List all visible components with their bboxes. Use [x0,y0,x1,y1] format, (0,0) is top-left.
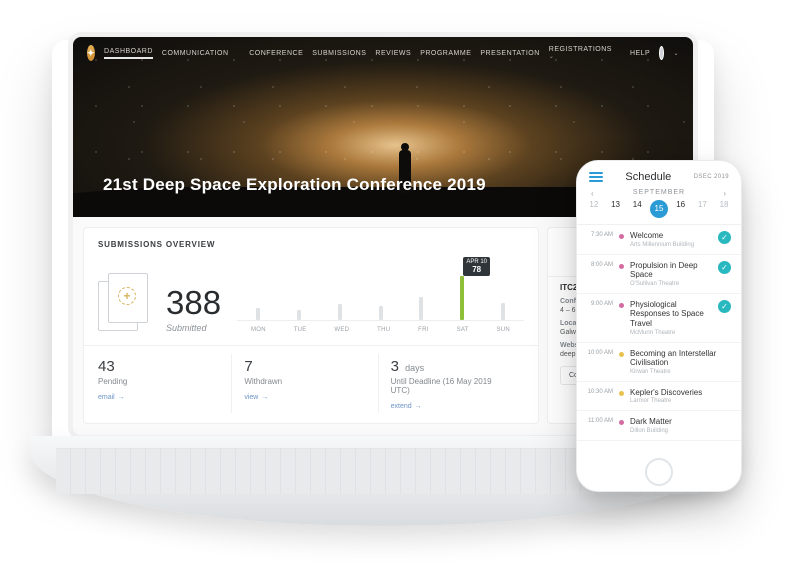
item-title: Dark Matter [630,417,731,427]
nav-communication[interactable]: COMMUNICATION [162,50,229,57]
nav-registrations[interactable]: REGISTRATIONS ⌄ [549,46,612,60]
prev-month-icon[interactable]: ‹ [591,189,595,198]
item-title: Welcome [630,231,712,241]
chart-day-label: MON [251,327,266,333]
chart-day-label: WED [334,327,349,333]
item-title: Physiological Responses to Space Travel [630,300,712,329]
day-cell[interactable]: 13 [607,200,625,218]
phone-brand-badge: DSEC 2019 [694,174,729,180]
chart-value-badge: APR 10 78 [463,257,490,276]
chart-day-label: SUN [497,327,511,333]
extend-link[interactable]: extend → [391,403,422,410]
chart-bar [501,303,505,320]
nav-presentation[interactable]: PRESENTATION [480,50,539,57]
month-selector: ‹ SEPTEMBER › [577,189,741,196]
chart-day-label: THU [377,327,390,333]
schedule-item[interactable]: 10:00 AM Becoming an Interstellar Civilis… [577,343,741,382]
chart-bar [256,308,260,320]
deadline-count: 3 days [391,358,512,375]
chart-bar [419,297,423,320]
day-cell[interactable]: 15 [650,200,668,218]
email-link[interactable]: email → [98,394,125,401]
schedule-item[interactable]: 9:00 AM Physiological Responses to Space … [577,294,741,343]
item-room: O'Sullivan Theatre [630,281,712,287]
item-room: Larmor Theatre [630,398,731,404]
category-dot-icon [619,352,624,357]
day-strip: 12131415161718 [577,200,741,225]
next-month-icon[interactable]: › [723,189,727,198]
item-time: 9:00 AM [585,300,613,308]
item-time: 7:30 AM [585,231,613,239]
check-icon[interactable]: ✓ [718,231,731,244]
chart-day-label: FRI [418,327,429,333]
chart-bar [297,310,301,320]
day-cell[interactable]: 16 [672,200,690,218]
hamburger-menu-icon[interactable] [589,172,603,182]
item-room: Arts Millennium Building [630,242,712,248]
schedule-item[interactable]: 10:30 AM Kepler's DiscoveriesLarmor Theat… [577,382,741,412]
nav-help[interactable]: HELP [630,50,650,57]
category-dot-icon [619,303,624,308]
item-time: 8:00 AM [585,261,613,269]
page-title: 21st Deep Space Exploration Conference 2… [103,175,486,195]
schedule-item[interactable]: 7:30 AM WelcomeArts Millennium Building ✓ [577,225,741,255]
deadline-label: Until Deadline (16 May 2019 UTC) [391,377,512,395]
pending-label: Pending [98,377,219,386]
submissions-chart: APR 10 78 MON TUE WED THU FRI SAT SUN [237,259,524,333]
item-room: Kirwan Theatre [630,369,731,375]
item-room: Dillon Building [630,428,731,434]
item-time: 10:00 AM [585,349,613,357]
nav-dashboard[interactable]: DASHBOARD [104,48,153,59]
schedule-list: 7:30 AMWelcomeArts Millennium Building✓8… [577,225,741,441]
item-time: 11:00 AM [585,417,613,425]
item-title: Kepler's Discoveries [630,388,731,398]
chevron-down-icon: ⌄ [549,54,555,60]
pending-count: 43 [98,358,219,375]
nav-conference[interactable]: CONFERENCE [249,50,303,57]
category-dot-icon [619,234,624,239]
chart-day-label: SAT [457,327,469,333]
day-cell[interactable]: 18 [715,200,733,218]
check-icon[interactable]: ✓ [718,300,731,313]
chart-bar [379,306,383,320]
day-cell[interactable]: 14 [628,200,646,218]
chart-bar [460,276,464,320]
item-title: Propulsion in Deep Space [630,261,712,280]
chart-day-label: TUE [294,327,307,333]
add-submission-icon[interactable]: + [98,273,150,333]
nav-programme[interactable]: PROGRAMME [420,50,471,57]
schedule-item[interactable]: 11:00 AM Dark MatterDillon Building [577,411,741,441]
item-time: 10:30 AM [585,388,613,396]
item-title: Becoming an Interstellar Civilisation [630,349,731,368]
card-title: SUBMISSIONS OVERVIEW [98,240,524,249]
home-button-icon[interactable] [645,458,673,486]
day-cell[interactable]: 17 [693,200,711,218]
category-dot-icon [619,391,624,396]
category-dot-icon [619,264,624,269]
submitted-label: Submitted [166,323,207,333]
withdrawn-label: Withdrawn [244,377,365,386]
view-link[interactable]: view → [244,394,268,401]
withdrawn-count: 7 [244,358,365,375]
nav-reviews[interactable]: REVIEWS [375,50,411,57]
item-room: McMunn Theatre [630,330,712,336]
submissions-overview-card: SUBMISSIONS OVERVIEW + 388 Submitted APR… [83,227,539,424]
day-cell[interactable]: 12 [585,200,603,218]
chevron-down-icon: ⌄ [673,50,679,57]
check-icon[interactable]: ✓ [718,261,731,274]
phone-frame: Schedule DSEC 2019 ‹ SEPTEMBER › 1213141… [576,160,742,492]
submitted-count: 388 [166,286,221,319]
category-dot-icon [619,420,624,425]
schedule-item[interactable]: 8:00 AM Propulsion in Deep SpaceO'Sulliva… [577,255,741,294]
phone-page-title: Schedule [625,171,671,183]
chart-bar [338,304,342,320]
nav-submissions[interactable]: SUBMISSIONS [312,50,366,57]
